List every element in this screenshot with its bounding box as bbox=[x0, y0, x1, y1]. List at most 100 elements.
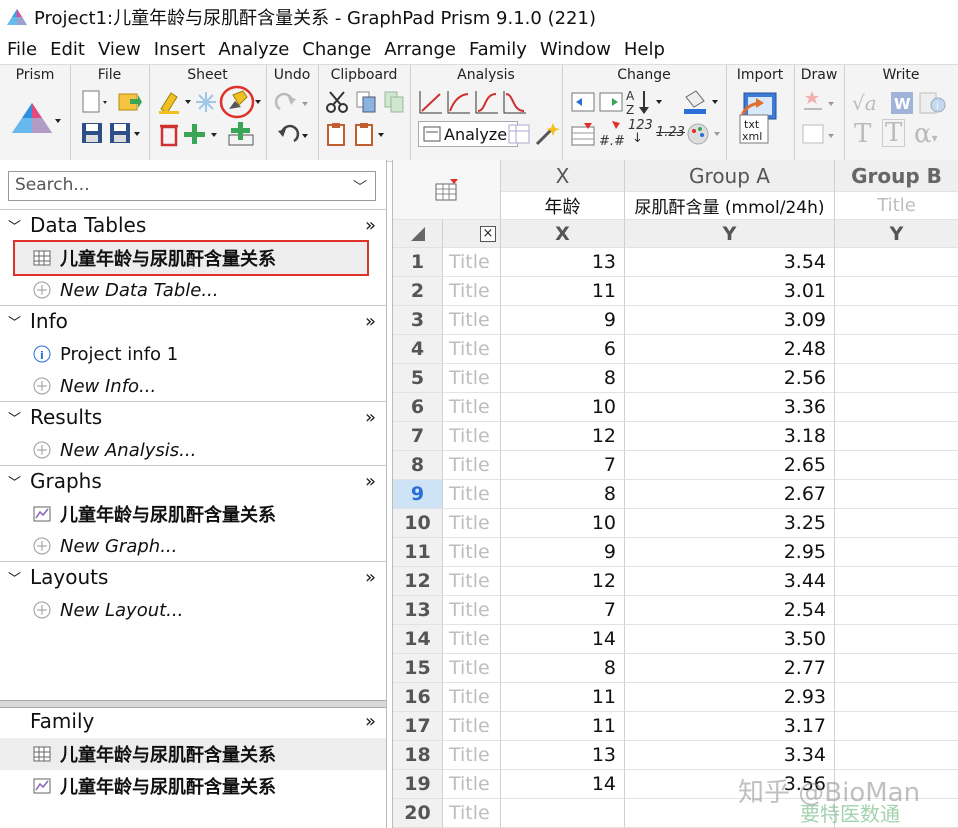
undo-icon[interactable] bbox=[274, 121, 312, 147]
row-title-cell[interactable]: Title bbox=[443, 538, 501, 567]
copy-format-icon[interactable] bbox=[382, 89, 406, 115]
y-value-cell[interactable]: 2.77 bbox=[625, 654, 835, 683]
table-analyze-icon[interactable] bbox=[506, 121, 532, 147]
row-title-cell[interactable]: Title bbox=[443, 277, 501, 306]
row-number[interactable]: 2 bbox=[393, 277, 443, 306]
y-value-cell[interactable]: 2.56 bbox=[625, 364, 835, 393]
greek-alpha-icon[interactable]: α▾ bbox=[914, 119, 938, 149]
expand-more-icon[interactable]: » bbox=[365, 215, 376, 236]
row-title-cell[interactable]: Title bbox=[443, 712, 501, 741]
highlighter-icon[interactable] bbox=[157, 89, 193, 115]
y-value-cell[interactable]: 3.25 bbox=[625, 509, 835, 538]
draw-line-icon[interactable] bbox=[800, 89, 840, 115]
cut-icon[interactable] bbox=[324, 89, 350, 115]
copy-icon[interactable] bbox=[354, 89, 378, 115]
save-icon[interactable] bbox=[80, 121, 104, 145]
section-family[interactable]: Family » bbox=[0, 706, 386, 736]
y-value-cell[interactable]: 2.95 bbox=[625, 538, 835, 567]
x-value-cell[interactable]: 13 bbox=[501, 741, 625, 770]
y-value-cell[interactable]: 2.67 bbox=[625, 480, 835, 509]
expand-more-icon[interactable]: » bbox=[365, 471, 376, 492]
row-title-cell[interactable]: Title bbox=[443, 683, 501, 712]
row-number[interactable]: 20 bbox=[393, 799, 443, 828]
group-b-cell[interactable] bbox=[835, 451, 958, 480]
row-title-cell[interactable]: Title bbox=[443, 770, 501, 799]
insert-rows-icon[interactable] bbox=[570, 121, 596, 147]
x-value-cell[interactable]: 6 bbox=[501, 335, 625, 364]
select-all-corner[interactable] bbox=[393, 220, 443, 248]
row-title-cell[interactable]: Title bbox=[443, 393, 501, 422]
color-scheme-icon[interactable] bbox=[686, 121, 724, 147]
row-title-cell[interactable]: Title bbox=[443, 596, 501, 625]
row-number[interactable]: 14 bbox=[393, 625, 443, 654]
close-icon[interactable]: × bbox=[480, 225, 496, 242]
row-number[interactable]: 4 bbox=[393, 335, 443, 364]
row-number[interactable]: 13 bbox=[393, 596, 443, 625]
row-number[interactable]: 8 bbox=[393, 451, 443, 480]
group-b-cell[interactable] bbox=[835, 335, 958, 364]
transpose-icon[interactable] bbox=[598, 89, 624, 115]
row-number[interactable]: 12 bbox=[393, 567, 443, 596]
y-value-cell[interactable]: 3.09 bbox=[625, 306, 835, 335]
expand-more-icon[interactable]: » bbox=[365, 567, 376, 588]
row-title-cell[interactable]: Title bbox=[443, 741, 501, 770]
analyze-button[interactable]: Analyze bbox=[418, 121, 518, 147]
prism-menu-icon[interactable] bbox=[10, 101, 62, 137]
column-b-title[interactable]: Title bbox=[835, 192, 958, 220]
family-graph-item[interactable]: 儿童年龄与尿肌酐含量关系 bbox=[32, 771, 276, 801]
snowflake-icon[interactable] bbox=[195, 91, 217, 113]
group-b-cell[interactable] bbox=[835, 596, 958, 625]
group-b-cell[interactable] bbox=[835, 306, 958, 335]
project-info-item[interactable]: i Project info 1 bbox=[32, 339, 178, 369]
y-value-cell[interactable]: 3.34 bbox=[625, 741, 835, 770]
row-title-cell[interactable]: Title bbox=[443, 248, 501, 277]
linear-regression-icon[interactable] bbox=[418, 89, 444, 115]
section-layouts[interactable]: ﹀ Layouts » bbox=[0, 561, 386, 592]
row-title-cell[interactable]: Title bbox=[443, 364, 501, 393]
y-value-cell[interactable]: 3.01 bbox=[625, 277, 835, 306]
sort-az-icon[interactable]: AZ bbox=[624, 87, 668, 117]
group-b-cell[interactable] bbox=[835, 248, 958, 277]
row-number[interactable]: 1 bbox=[393, 248, 443, 277]
row-number[interactable]: 3 bbox=[393, 306, 443, 335]
y-value-cell[interactable]: 2.48 bbox=[625, 335, 835, 364]
chevron-down-icon[interactable]: ﹀ bbox=[8, 216, 22, 235]
group-b-cell[interactable] bbox=[835, 712, 958, 741]
x-value-cell[interactable]: 7 bbox=[501, 451, 625, 480]
chevron-down-icon[interactable]: ﹀ bbox=[8, 568, 22, 587]
row-title-cell[interactable]: Title bbox=[443, 480, 501, 509]
add-sheet-icon[interactable] bbox=[183, 121, 223, 147]
new-info-item[interactable]: New Info... bbox=[32, 371, 156, 401]
y-value-cell[interactable]: 3.54 bbox=[625, 248, 835, 277]
x-value-cell[interactable]: 8 bbox=[501, 480, 625, 509]
group-b-cell[interactable] bbox=[835, 509, 958, 538]
group-b-cell[interactable] bbox=[835, 567, 958, 596]
x-value-cell[interactable]: 14 bbox=[501, 770, 625, 799]
y-value-cell[interactable]: 2.65 bbox=[625, 451, 835, 480]
row-title-cell[interactable]: Title bbox=[443, 306, 501, 335]
menu-analyze[interactable]: Analyze bbox=[218, 39, 289, 60]
swap-rows-icon[interactable] bbox=[570, 89, 596, 115]
row-number[interactable]: 17 bbox=[393, 712, 443, 741]
x-value-cell[interactable]: 8 bbox=[501, 364, 625, 393]
paste-icon[interactable] bbox=[324, 121, 348, 147]
x-value-cell[interactable]: 9 bbox=[501, 538, 625, 567]
row-title-cell[interactable]: Title bbox=[443, 654, 501, 683]
y-value-cell[interactable]: 3.36 bbox=[625, 393, 835, 422]
column-a-group[interactable]: Group A bbox=[625, 160, 835, 192]
row-title-cell[interactable]: Title bbox=[443, 625, 501, 654]
open-file-icon[interactable] bbox=[116, 89, 142, 115]
row-number[interactable]: 10 bbox=[393, 509, 443, 538]
redo-icon[interactable] bbox=[274, 89, 312, 115]
data-table-item[interactable]: 儿童年龄与尿肌酐含量关系 bbox=[32, 243, 276, 273]
text-serif-icon[interactable]: T bbox=[854, 119, 871, 149]
word-icon[interactable]: W bbox=[890, 91, 914, 115]
x-value-cell[interactable] bbox=[501, 799, 625, 828]
delete-sheet-icon[interactable] bbox=[157, 121, 181, 147]
x-value-cell[interactable]: 11 bbox=[501, 277, 625, 306]
x-value-cell[interactable]: 10 bbox=[501, 509, 625, 538]
menu-window[interactable]: Window bbox=[540, 39, 611, 60]
survival-curve-icon[interactable] bbox=[502, 89, 528, 115]
equation-icon[interactable]: √a bbox=[852, 91, 877, 115]
draw-shape-icon[interactable] bbox=[800, 121, 840, 147]
